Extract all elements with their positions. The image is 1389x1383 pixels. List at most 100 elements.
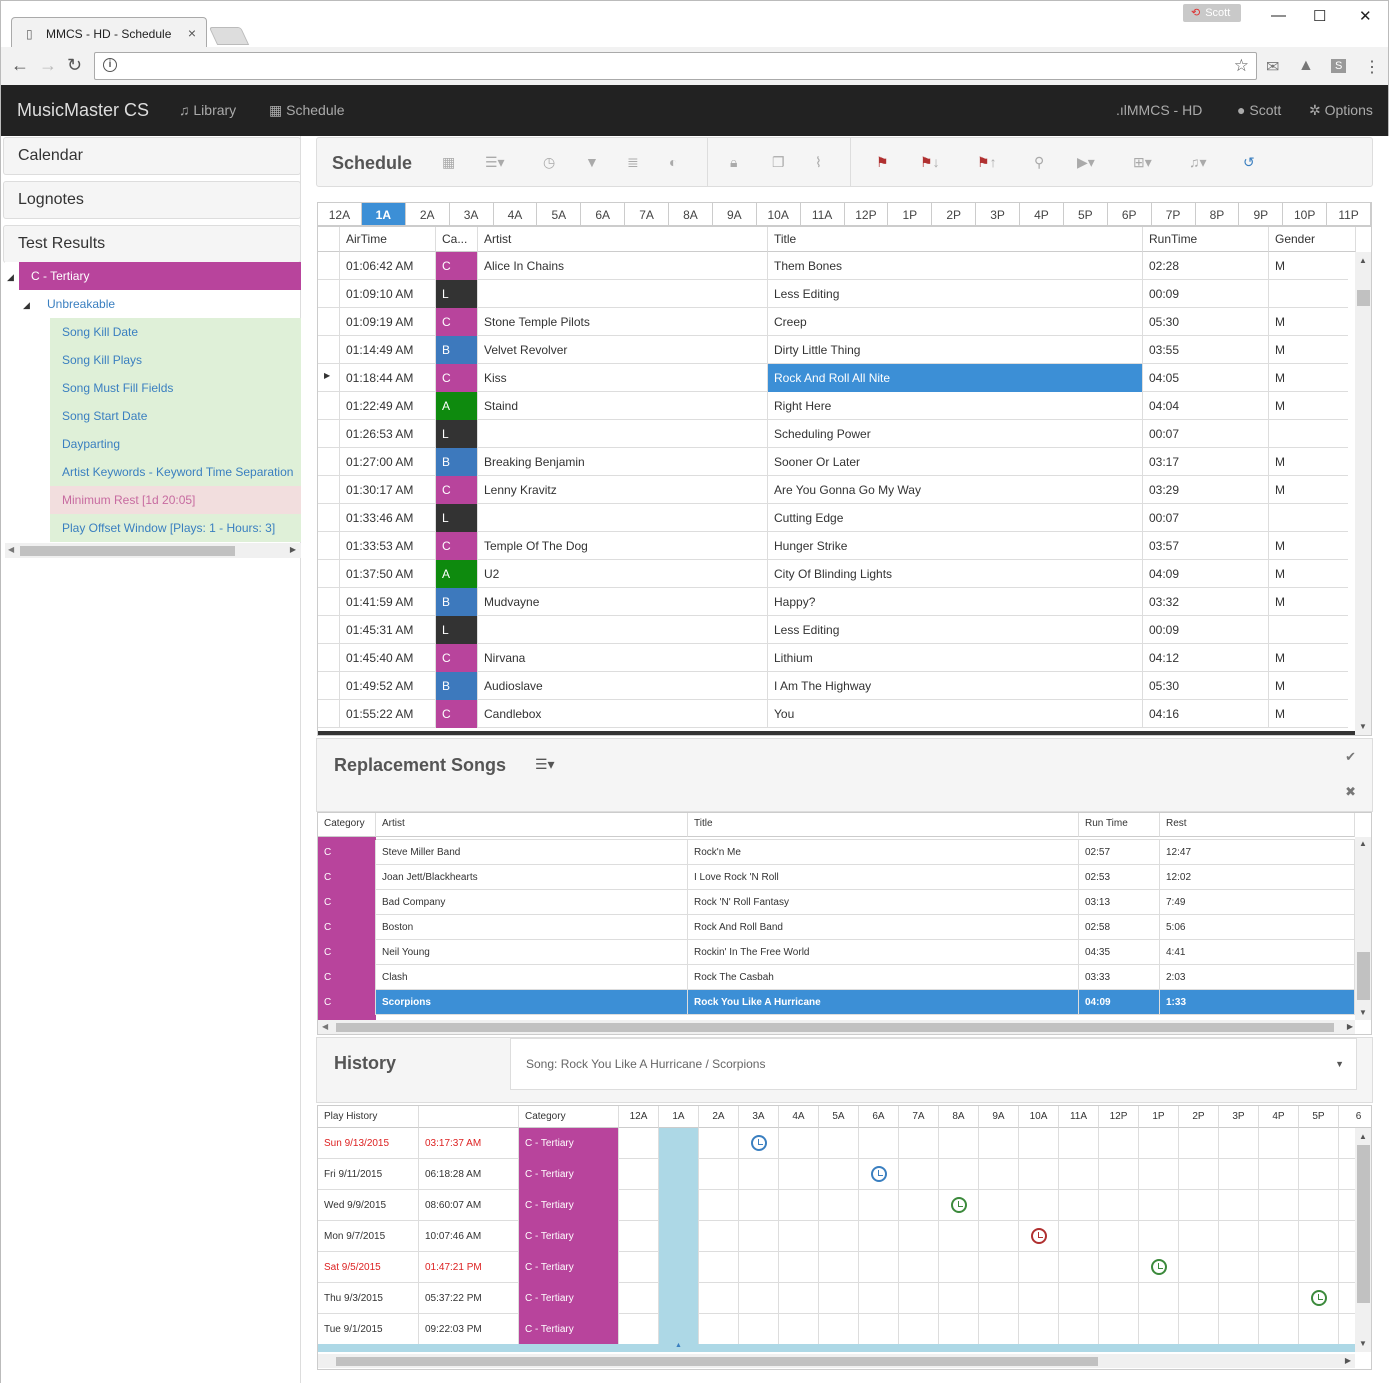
hour-tab-3p[interactable]: 3P [976,203,1020,225]
schedule-vertical-scrollbar[interactable]: ▲ ▼ [1355,252,1371,735]
new-tab-button[interactable] [208,27,250,45]
title-cell[interactable]: Are You Gonna Go My Way [768,476,1143,504]
col-category[interactable]: Category [519,1106,619,1128]
filter-icon[interactable]: ▼ [585,154,599,170]
test-result-item[interactable]: Play Offset Window [Plays: 1 - Hours: 3] [50,514,301,542]
music-dropdown-icon[interactable]: ♫▾ [1189,154,1207,171]
list-dropdown-icon[interactable]: ☰▾ [485,154,505,171]
table-row[interactable]: Mon 9/7/2015 10:07:46 AM C - Tertiary [318,1221,1355,1252]
s-extension-icon[interactable]: S [1331,59,1347,73]
hour-tab-7p[interactable]: 7P [1151,203,1196,225]
col-rest[interactable]: Rest [1160,813,1355,837]
hour-tab-9a[interactable]: 9A [712,203,757,225]
hour-tab-2p[interactable]: 2P [932,203,977,225]
history-vertical-scrollbar[interactable]: ▲ ▼ [1355,1128,1371,1352]
nav-library[interactable]: ♫ Library [179,102,236,118]
table-row[interactable]: C Joan Jett/Blackhearts I Love Rock 'N Rol… [318,865,1355,890]
test-result-item[interactable]: Song Kill Date [50,318,301,346]
table-row[interactable]: Tue 9/1/2015 09:22:03 PM C - Tertiary [318,1314,1355,1345]
scroll-up-icon[interactable]: ▲ [1359,256,1367,265]
title-cell[interactable]: Right Here [768,392,1143,420]
forward-arrow-icon[interactable]: → [39,55,57,76]
search-icon[interactable]: ⚲ [1034,154,1044,171]
maximize-button[interactable]: ☐ [1313,7,1326,25]
col-play-time[interactable] [419,1106,519,1128]
title-cell[interactable]: Sooner Or Later [768,448,1143,476]
browser-tab[interactable]: ▯ MMCS - HD - Schedule × [11,17,207,48]
minimize-button[interactable]: — [1271,7,1286,24]
title-cell[interactable]: Scheduling Power [768,420,1143,448]
close-tab-icon[interactable]: × [188,25,196,41]
title-cell[interactable]: Dirty Little Thing [768,336,1143,364]
close-icon[interactable]: ✖ [1345,784,1356,800]
scroll-right-icon[interactable]: ▶ [1347,1022,1353,1031]
hour-tab-12a[interactable]: 12A [318,203,362,225]
close-window-button[interactable]: ✕ [1359,7,1372,25]
hour-tab-4p[interactable]: 4P [1020,203,1064,225]
nav-options[interactable]: ✲ Options [1309,102,1373,119]
nav-schedule[interactable]: ▦ Schedule [269,102,345,119]
replacement-vertical-scrollbar[interactable]: ▲ ▼ [1355,837,1371,1020]
scroll-down-icon[interactable]: ▼ [1359,1339,1367,1348]
table-row[interactable]: Sat 9/5/2015 01:47:21 PM C - Tertiary [318,1252,1355,1283]
hour-tab-8a[interactable]: 8A [669,203,713,225]
test-result-item[interactable]: Song Must Fill Fields [50,374,301,402]
col-gender[interactable]: Gender [1269,227,1356,252]
table-row[interactable]: 01:41:59 AM B Mudvayne Happy? 03:32 M [318,588,1356,616]
title-cell[interactable]: Creep [768,308,1143,336]
table-row[interactable]: 01:45:31 AM L Less Editing 00:09 [318,616,1356,644]
table-row[interactable]: 01:30:17 AM C Lenny Kravitz Are You Gonna G… [318,476,1356,504]
menu-kebab-icon[interactable]: ⋮ [1364,57,1380,77]
hour-tab-3a[interactable]: 3A [449,203,494,225]
tree-child-row[interactable]: ◢ Unbreakable [21,290,301,318]
hour-tab-4a[interactable]: 4A [493,203,538,225]
bookmark-star-icon[interactable]: ☆ [1234,56,1249,76]
table-row[interactable]: 01:14:49 AM B Velvet Revolver Dirty Little … [318,336,1356,364]
replacement-horizontal-scrollbar[interactable]: ◀ ▶ [318,1020,1355,1034]
history-icon[interactable]: ↺ [1243,154,1255,171]
drive-extension-icon[interactable]: ▲ [1298,57,1314,75]
scroll-thumb[interactable] [1357,290,1370,306]
scroll-thumb[interactable] [336,1357,1098,1366]
tree-root-label[interactable]: C - Tertiary [19,262,301,290]
test-result-item[interactable]: Dayparting [50,430,301,458]
test-result-item[interactable]: Artist Keywords - Keyword Time Separatio… [50,458,301,486]
hour-tab-2a[interactable]: 2A [405,203,450,225]
hour-tab-10a[interactable]: 10A [756,203,801,225]
col-title[interactable]: Title [688,813,1079,837]
test-result-item[interactable]: Song Start Date [50,402,301,430]
col-category[interactable]: Category [318,813,376,837]
calendar-icon[interactable]: ▦ [442,154,455,171]
scroll-up-icon[interactable]: ▲ [1359,1132,1367,1141]
table-row[interactable]: 01:09:19 AM C Stone Temple Pilots Creep 05:3… [318,308,1356,336]
table-row[interactable]: 01:49:52 AM B Audioslave I Am The Highway 05… [318,672,1356,700]
table-row[interactable]: 01:33:53 AM C Temple Of The Dog Hunger Stri… [318,532,1356,560]
title-cell[interactable]: Less Editing [768,280,1143,308]
play-dropdown-icon[interactable]: ▶▾ [1077,154,1095,171]
scroll-right-icon[interactable]: ▶ [290,545,296,554]
title-cell[interactable]: Happy? [768,588,1143,616]
test-result-item[interactable]: Minimum Rest [1d 20:05] [50,486,301,514]
table-row[interactable]: 01:06:42 AM C Alice In Chains Them Bones 02:… [318,252,1356,280]
scroll-thumb[interactable] [336,1023,1334,1032]
table-row[interactable]: 01:09:10 AM L Less Editing 00:09 [318,280,1356,308]
table-row[interactable]: C Boston Rock And Roll Band 02:58 5:06 [318,915,1355,940]
url-input[interactable]: i ☆ [94,52,1257,80]
hour-tab-7a[interactable]: 7A [625,203,669,225]
scroll-down-icon[interactable]: ▼ [1359,1008,1367,1017]
table-row[interactable]: C Scorpions Rock You Like A Hurricane 04:09… [318,990,1355,1015]
panel-test-results[interactable]: Test Results [3,225,301,263]
hour-tab-11a[interactable]: 11A [800,203,845,225]
col-category[interactable]: Ca... [436,227,478,252]
tree-child-label[interactable]: Unbreakable [47,297,115,311]
hour-tab-8p[interactable]: 8P [1195,203,1240,225]
chevron-down-icon[interactable]: ▼ [1335,1059,1344,1069]
grid-dropdown-icon[interactable]: ⊞▾ [1133,154,1152,171]
table-row[interactable]: 01:45:40 AM C Nirvana Lithium 04:12 M [318,644,1356,672]
app-brand[interactable]: MusicMaster CS [17,100,149,121]
history-horizontal-scrollbar[interactable]: ▶ [318,1354,1355,1368]
col-runtime[interactable]: RunTime [1143,227,1269,252]
table-row[interactable]: C Clash Rock The Casbah 03:33 2:03 [318,965,1355,990]
scroll-down-icon[interactable]: ▼ [1359,722,1367,731]
table-row[interactable]: C Steve Miller Band Rock'n Me 02:57 12:47 [318,840,1355,865]
